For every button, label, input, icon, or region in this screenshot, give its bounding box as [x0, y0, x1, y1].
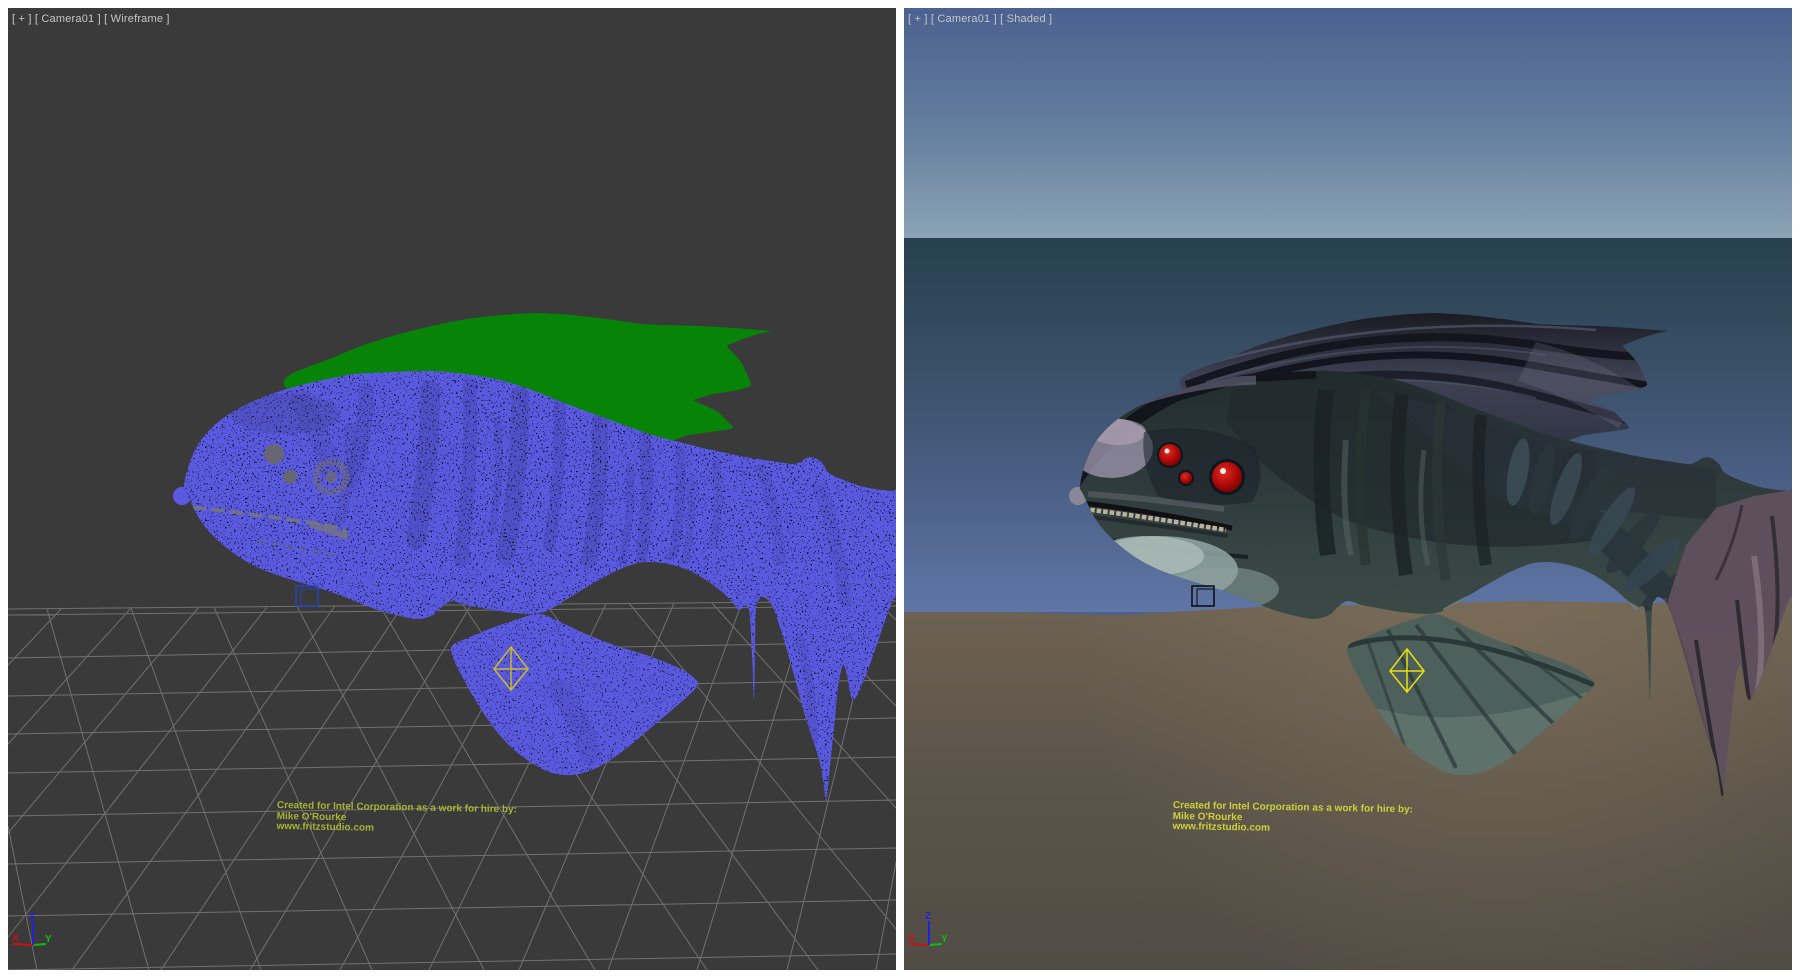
svg-text:X: X — [12, 933, 19, 944]
svg-text:Z: Z — [925, 911, 931, 922]
svg-text:X: X — [908, 933, 915, 944]
svg-text:Y: Y — [45, 934, 52, 945]
svg-text:Z: Z — [29, 911, 35, 922]
svg-text:Y: Y — [941, 934, 948, 945]
